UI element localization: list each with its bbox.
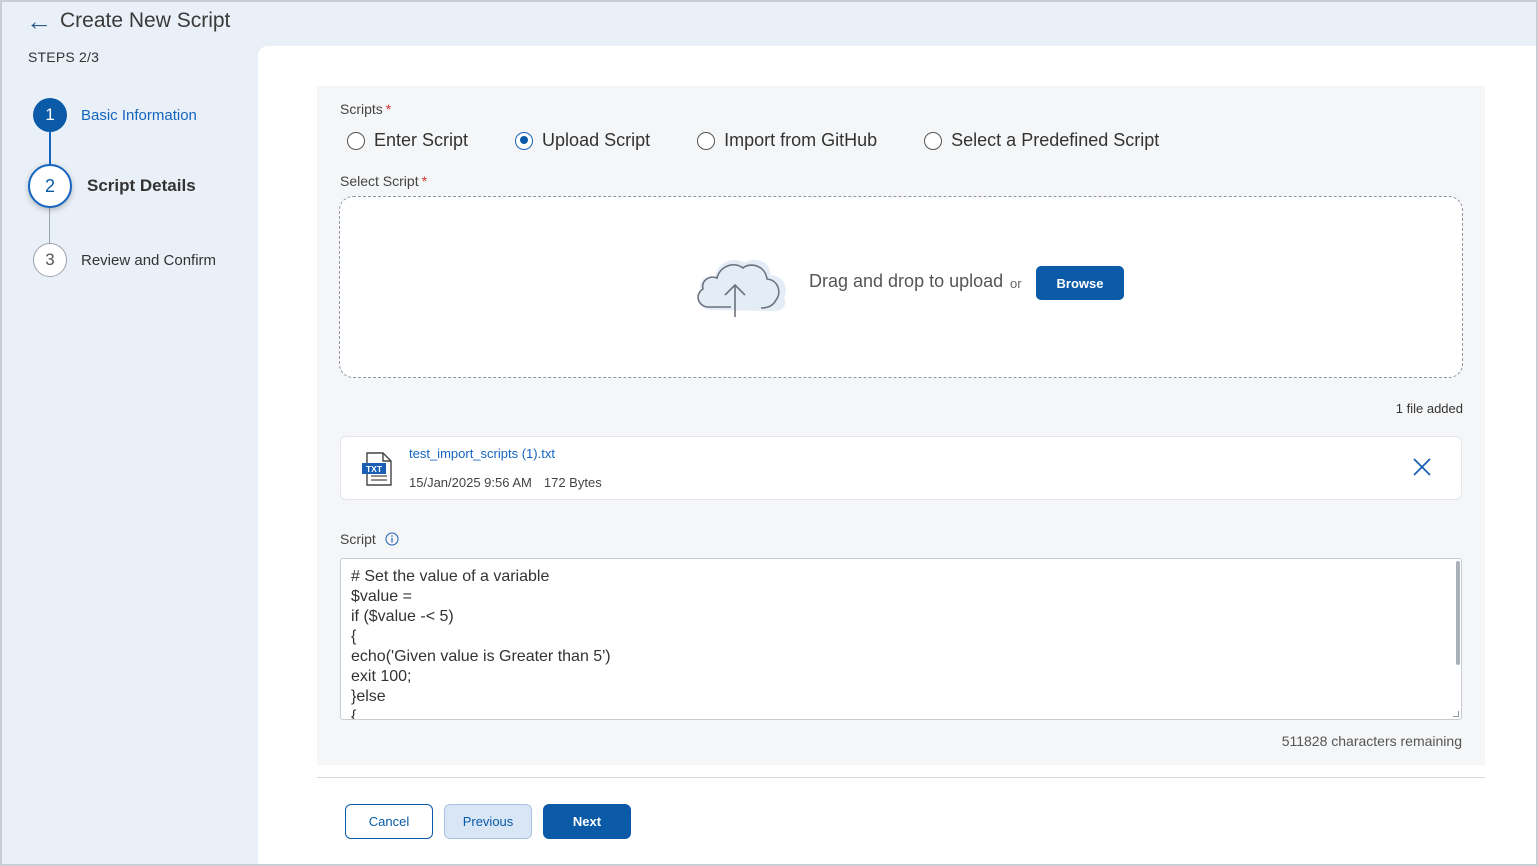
step-review-and-confirm: 3 Review and Confirm <box>33 243 216 277</box>
required-mark: * <box>385 101 392 117</box>
step-script-details: 2 Script Details <box>28 164 196 208</box>
file-size: 172 Bytes <box>543 475 602 490</box>
script-line: { <box>351 628 357 645</box>
dropzone-or-text: or <box>1010 276 1022 291</box>
close-icon[interactable] <box>1411 456 1433 478</box>
required-mark: * <box>421 173 428 189</box>
script-textarea[interactable]: # Set the value of a variable $value = i… <box>340 558 1462 720</box>
step-label: Basic Information <box>81 106 197 124</box>
radio-label: Select a Predefined Script <box>951 130 1160 150</box>
radio-button[interactable] <box>924 131 943 150</box>
resize-grip-icon[interactable] <box>1453 711 1459 717</box>
radio-select-predefined-script[interactable]: Select a Predefined Script <box>924 130 1159 151</box>
radio-import-from-github[interactable]: Import from GitHub <box>697 130 877 151</box>
step-connector <box>49 207 50 243</box>
script-line: echo('Given value is Greater than 5') <box>351 648 611 665</box>
script-source-radio-group: Enter Script Upload Script Import from G… <box>347 130 1206 151</box>
radio-label: Upload Script <box>542 130 651 150</box>
script-line: $value = <box>351 588 412 605</box>
radio-enter-script[interactable]: Enter Script <box>347 130 468 151</box>
step-basic-information[interactable]: 1 Basic Information <box>33 98 197 132</box>
step-connector <box>49 132 51 166</box>
file-name-link[interactable]: test_import_scripts (1).txt <box>409 446 555 461</box>
footer-divider <box>317 777 1485 778</box>
script-line: # Set the value of a variable <box>351 568 550 585</box>
script-label: Script <box>340 531 399 547</box>
txt-file-icon: TXT <box>362 452 392 486</box>
cloud-upload-icon <box>697 259 786 317</box>
cancel-button[interactable]: Cancel <box>345 804 433 839</box>
radio-button-selected[interactable] <box>515 131 534 150</box>
script-line: if ($value -< 5) <box>351 608 454 625</box>
browse-button[interactable]: Browse <box>1036 266 1124 300</box>
step-number: 3 <box>33 243 67 277</box>
page-title: Create New Script <box>60 9 231 32</box>
svg-text:TXT: TXT <box>366 464 383 474</box>
radio-button[interactable] <box>697 131 716 150</box>
file-meta: 15/Jan/2025 9:56 AM 172 Bytes <box>409 475 602 490</box>
textarea-scrollbar[interactable] <box>1456 561 1460 665</box>
dropzone-text: Drag and drop to upload <box>809 271 1004 291</box>
radio-button[interactable] <box>347 131 365 150</box>
select-script-label: Select Script * <box>340 173 428 189</box>
radio-label: Enter Script <box>374 130 469 150</box>
radio-upload-script[interactable]: Upload Script <box>515 130 650 151</box>
step-label: Review and Confirm <box>81 251 217 269</box>
script-line: exit 100; <box>351 668 412 685</box>
next-button[interactable]: Next <box>543 804 631 839</box>
previous-button[interactable]: Previous <box>444 804 532 839</box>
radio-label: Import from GitHub <box>724 130 878 150</box>
script-line: }else <box>351 688 386 705</box>
steps-count: STEPS 2/3 <box>28 49 100 65</box>
scripts-label: Scripts * <box>340 101 392 117</box>
step-label: Script Details <box>87 176 196 195</box>
files-added-count: 1 file added <box>1395 401 1463 416</box>
characters-remaining: 511828 characters remaining <box>1281 733 1462 749</box>
back-arrow-icon[interactable]: ← <box>26 8 52 34</box>
info-icon[interactable] <box>385 532 399 546</box>
step-number: 2 <box>28 164 72 208</box>
script-line: { <box>351 708 357 720</box>
file-date: 15/Jan/2025 9:56 AM <box>409 475 532 490</box>
step-number: 1 <box>33 98 67 132</box>
